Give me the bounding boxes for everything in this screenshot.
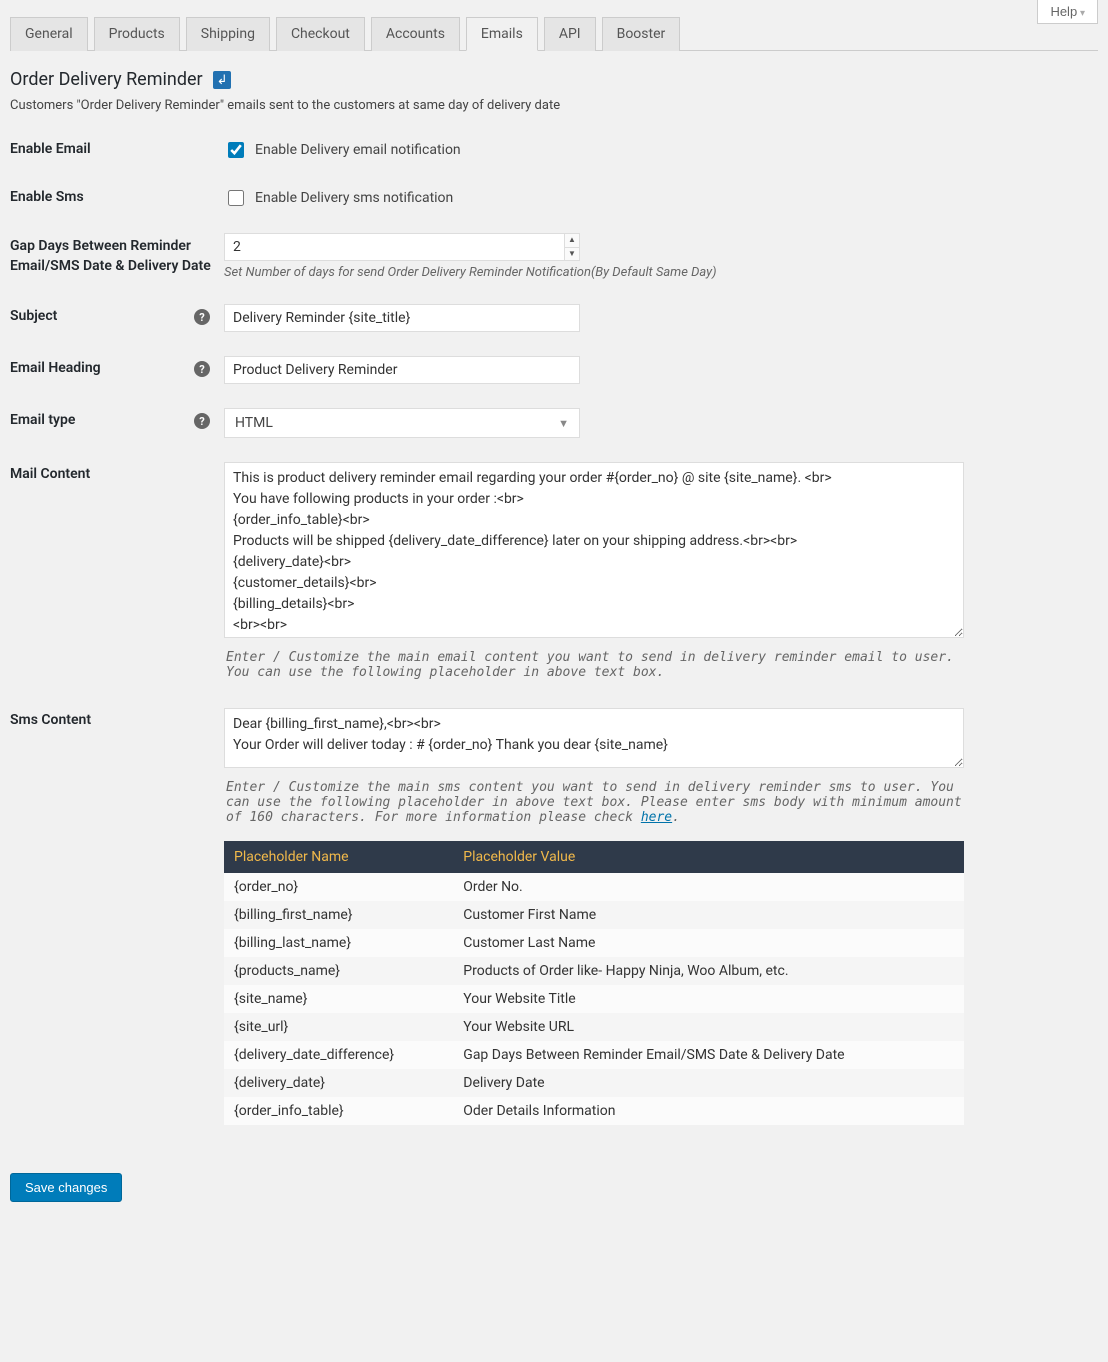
enable-email-checkbox-label: Enable Delivery email notification [255, 142, 461, 158]
tab-api[interactable]: API [544, 17, 596, 51]
help-dropdown[interactable]: Help [1037, 0, 1098, 24]
placeholders-table: Placeholder Name Placeholder Value {orde… [224, 841, 964, 1125]
page-title: Order Delivery Reminder ↲ [10, 69, 1098, 90]
row-sms-content: Sms Content Dear {billing_first_name},<b… [10, 708, 1098, 1125]
tab-emails[interactable]: Emails [466, 17, 538, 51]
subject-input[interactable] [224, 304, 580, 332]
placeholder-value: Order No. [453, 873, 964, 901]
chevron-down-icon: ▼ [558, 417, 569, 430]
row-email-type: Email type ? HTML ▼ [10, 408, 1098, 438]
placeholder-name: {delivery_date} [224, 1069, 453, 1097]
table-row: {billing_last_name}Customer Last Name [224, 929, 964, 957]
settings-tabs: GeneralProductsShippingCheckoutAccountsE… [10, 0, 1098, 51]
placeholder-name: {order_info_table} [224, 1097, 453, 1125]
placeholder-value: Customer Last Name [453, 929, 964, 957]
mail-content-hint: Enter / Customize the main email content… [224, 646, 964, 684]
label-mail-content: Mail Content [10, 462, 224, 482]
help-tip-icon[interactable]: ? [194, 309, 210, 325]
email-type-select[interactable]: HTML ▼ [224, 408, 580, 438]
sms-content-textarea[interactable]: Dear {billing_first_name},<br><br> Your … [224, 708, 964, 768]
placeholder-col-value: Placeholder Value [453, 841, 964, 873]
placeholder-col-name: Placeholder Name [224, 841, 453, 873]
placeholder-name: {products_name} [224, 957, 453, 985]
save-button[interactable]: Save changes [10, 1173, 122, 1202]
row-mail-content: Mail Content This is product delivery re… [10, 462, 1098, 684]
row-enable-email: Enable Email Enable Delivery email notif… [10, 137, 1098, 161]
label-enable-email: Enable Email [10, 137, 224, 157]
tab-accounts[interactable]: Accounts [371, 17, 460, 51]
checkbox-enable-sms-row[interactable]: Enable Delivery sms notification [224, 185, 964, 209]
tab-products[interactable]: Products [94, 17, 180, 51]
placeholder-name: {billing_first_name} [224, 901, 453, 929]
table-row: {order_info_table}Oder Details Informati… [224, 1097, 964, 1125]
label-heading: Email Heading ? [10, 356, 224, 376]
back-icon[interactable]: ↲ [213, 71, 231, 89]
enable-sms-checkbox-label: Enable Delivery sms notification [255, 190, 453, 206]
placeholder-value: Customer First Name [453, 901, 964, 929]
placeholder-value: Gap Days Between Reminder Email/SMS Date… [453, 1041, 964, 1069]
table-row: {site_name}Your Website Title [224, 985, 964, 1013]
placeholder-value: Oder Details Information [453, 1097, 964, 1125]
sms-content-hint: Enter / Customize the main sms content y… [224, 776, 964, 829]
table-row: {site_url}Your Website URL [224, 1013, 964, 1041]
placeholder-name: {order_no} [224, 873, 453, 901]
table-row: {delivery_date}Delivery Date [224, 1069, 964, 1097]
row-gap-days: Gap Days Between Reminder Email/SMS Date… [10, 233, 1098, 280]
placeholder-name: {site_name} [224, 985, 453, 1013]
tab-booster[interactable]: Booster [602, 17, 681, 51]
heading-input[interactable] [224, 356, 580, 384]
page-description: Customers "Order Delivery Reminder" emai… [10, 98, 1098, 113]
label-email-type: Email type ? [10, 408, 224, 428]
checkbox-enable-email-row[interactable]: Enable Delivery email notification [224, 137, 964, 161]
mail-content-textarea[interactable]: This is product delivery reminder email … [224, 462, 964, 638]
help-tip-icon[interactable]: ? [194, 361, 210, 377]
enable-email-checkbox[interactable] [228, 142, 244, 158]
placeholder-value: Products of Order like- Happy Ninja, Woo… [453, 957, 964, 985]
row-subject: Subject ? [10, 304, 1098, 332]
email-type-value: HTML [235, 415, 273, 431]
page-title-text: Order Delivery Reminder [10, 69, 203, 90]
spinner-icon[interactable]: ▲ ▼ [564, 233, 580, 261]
tab-shipping[interactable]: Shipping [186, 17, 270, 51]
table-row: {billing_first_name}Customer First Name [224, 901, 964, 929]
gap-days-stepper[interactable]: ▲ ▼ [224, 233, 580, 261]
placeholder-name: {delivery_date_difference} [224, 1041, 453, 1069]
sms-hint-link[interactable]: here [641, 810, 672, 825]
gap-days-hint: Set Number of days for send Order Delive… [224, 265, 964, 280]
label-subject: Subject ? [10, 304, 224, 324]
tab-checkout[interactable]: Checkout [276, 17, 365, 51]
enable-sms-checkbox[interactable] [228, 190, 244, 206]
table-row: {products_name}Products of Order like- H… [224, 957, 964, 985]
step-down-button[interactable]: ▼ [565, 248, 579, 261]
placeholder-name: {billing_last_name} [224, 929, 453, 957]
help-tip-icon[interactable]: ? [194, 413, 210, 429]
placeholder-value: Your Website Title [453, 985, 964, 1013]
label-enable-sms: Enable Sms [10, 185, 224, 205]
placeholder-value: Your Website URL [453, 1013, 964, 1041]
placeholder-value: Delivery Date [453, 1069, 964, 1097]
row-heading: Email Heading ? [10, 356, 1098, 384]
table-row: {order_no}Order No. [224, 873, 964, 901]
label-gap-days: Gap Days Between Reminder Email/SMS Date… [10, 233, 224, 276]
tab-general[interactable]: General [10, 17, 88, 51]
placeholder-name: {site_url} [224, 1013, 453, 1041]
label-sms-content: Sms Content [10, 708, 224, 728]
row-enable-sms: Enable Sms Enable Delivery sms notificat… [10, 185, 1098, 209]
gap-days-input[interactable] [224, 233, 564, 261]
table-row: {delivery_date_difference}Gap Days Betwe… [224, 1041, 964, 1069]
step-up-button[interactable]: ▲ [565, 234, 579, 248]
